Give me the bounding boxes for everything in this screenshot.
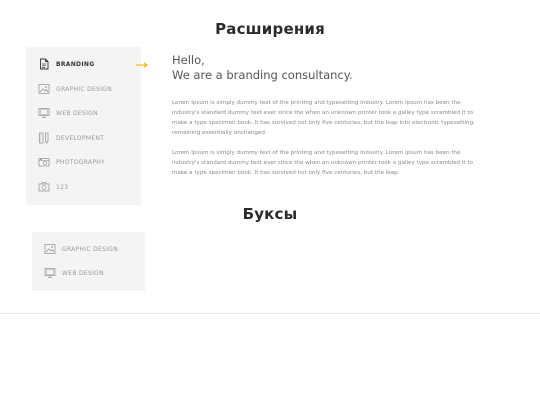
tab-label: 123	[56, 183, 69, 191]
tab-list-boxes: GRAPHIC DESIGN WEB DESIGN	[32, 232, 145, 291]
active-tab-arrow-icon	[136, 62, 148, 68]
content-paragraph: Lorem Ipsum is simply dummy text of the …	[172, 150, 473, 176]
page: Расширения BRANDING GRAPHIC DESIGN WEB D…	[0, 0, 540, 405]
camera-icon	[38, 156, 50, 168]
tab-label: GRAPHIC DESIGN	[56, 85, 113, 93]
tab-branding[interactable]: BRANDING	[26, 56, 141, 72]
content-paragraph: Lorem Ipsum is simply dummy text of the …	[172, 100, 475, 136]
photo-camera-icon	[38, 181, 50, 193]
tab-development[interactable]: DEVELOPMENT	[26, 130, 141, 146]
content-tagline: We are a branding consultancy.	[172, 68, 353, 82]
tab-label: GRAPHIC DESIGN	[62, 245, 119, 253]
tab-list-extensions: BRANDING GRAPHIC DESIGN WEB DESIGN DEVEL…	[26, 47, 141, 205]
tab-123[interactable]: 123	[26, 179, 141, 195]
pencil-ruler-icon	[38, 132, 50, 144]
tab-web-design[interactable]: WEB DESIGN	[32, 265, 145, 281]
tab-content-branding: Hello, We are a branding consultancy. Lo…	[172, 53, 477, 176]
section-title-boxes: Буксы	[242, 205, 298, 223]
tab-label: PHOTOGRAPHY	[56, 158, 106, 166]
tab-label: WEB DESIGN	[56, 109, 98, 117]
monitor-icon	[38, 107, 50, 119]
document-icon	[38, 58, 50, 70]
image-icon	[44, 243, 56, 255]
content-greeting: Hello,	[172, 53, 205, 67]
tab-photography[interactable]: PHOTOGRAPHY	[26, 154, 141, 170]
tab-label: DEVELOPMENT	[56, 134, 105, 142]
tab-label: WEB DESIGN	[62, 269, 104, 277]
tab-graphic-design[interactable]: GRAPHIC DESIGN	[26, 81, 141, 97]
tab-web-design[interactable]: WEB DESIGN	[26, 105, 141, 121]
tab-label: BRANDING	[56, 60, 95, 68]
image-icon	[38, 83, 50, 95]
monitor-icon	[44, 267, 56, 279]
section-title-extensions: Расширения	[215, 20, 325, 38]
tab-graphic-design[interactable]: GRAPHIC DESIGN	[32, 241, 145, 257]
section-divider	[0, 313, 540, 314]
